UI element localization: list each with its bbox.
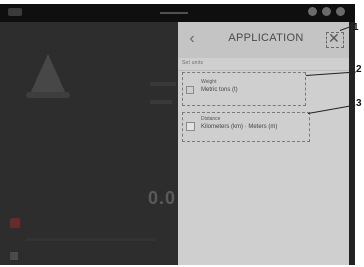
application-panel: ‹ APPLICATION ✕ Set units Weight Metric … [178,22,349,265]
wifi-icon [322,7,331,16]
bg-text-line [150,82,176,86]
bg-text-line [150,100,172,104]
bluetooth-icon [308,7,317,16]
panel-title: APPLICATION [228,32,304,44]
panel-header: ‹ APPLICATION ✕ [178,22,349,58]
distance-value: Kilometers (km) · Meters (m) [201,124,278,130]
weight-value: Metric tons (t) [201,87,238,93]
background-app: 0.0 [0,22,180,265]
close-icon[interactable]: ✕ [328,30,340,46]
status-divider [160,12,188,14]
section-label: Set units [182,60,204,66]
status-icons [308,7,345,16]
weight-title: Weight [201,79,217,85]
menu-icon [10,252,18,260]
callout-2: 2 [356,64,362,75]
device-screen: 0.0 ‹ APPLICATION ✕ Set units Weight Met… [0,4,355,265]
weight-setting[interactable]: Weight Metric tons (t) [182,72,306,106]
status-indicator-icon [8,8,22,16]
bg-bar [26,238,156,241]
battery-icon [336,7,345,16]
distance-checkbox[interactable] [186,122,195,131]
callout-3: 3 [356,98,362,109]
callout-1: 1 [353,22,359,33]
divider [178,70,349,71]
distance-setting[interactable]: Distance Kilometers (km) · Meters (m) [182,112,310,142]
app-logo-base [26,92,70,98]
back-arrow-icon[interactable]: ‹ [184,30,200,48]
bg-reading: 0.0 [148,188,177,208]
alert-icon [10,218,20,228]
distance-title: Distance [201,116,221,122]
weight-icon [186,86,194,94]
app-logo-icon [30,54,66,94]
status-bar [0,4,355,22]
